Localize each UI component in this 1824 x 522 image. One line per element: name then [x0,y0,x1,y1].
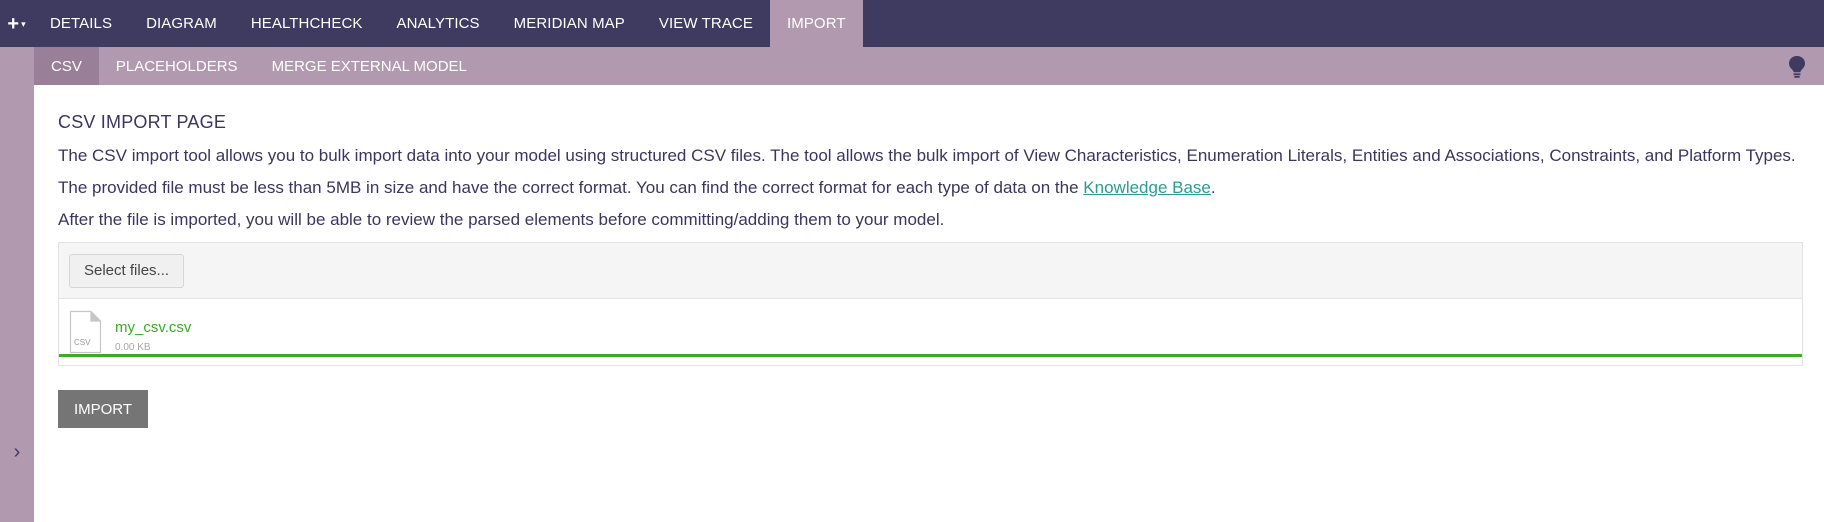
upload-toolbar: Select files... [59,243,1802,299]
tab-healthcheck[interactable]: HEALTHCHECK [234,0,380,47]
page-title: CSV IMPORT PAGE [58,112,227,132]
knowledge-base-link[interactable]: Knowledge Base [1083,178,1211,197]
upload-progress-bar [59,354,1802,357]
import-button[interactable]: IMPORT [58,390,148,428]
tab-meridian-map[interactable]: MERIDIAN MAP [497,0,642,47]
file-size: 0.00 KB [115,342,151,353]
tab-view-trace[interactable]: VIEW TRACE [642,0,770,47]
tab-details[interactable]: DETAILS [33,0,129,47]
subtab-merge-external-model[interactable]: MERGE EXTERNAL MODEL [255,47,484,85]
main-content: CSV IMPORT PAGE The CSV import tool allo… [58,85,1803,428]
uploaded-file-row: CSV my_csv.csv 0.00 KB [59,299,1802,365]
lightbulb-icon[interactable] [1787,55,1807,79]
format-text: The provided file must be less than 5MB … [58,178,1084,197]
intro-paragraph: The CSV import tool allows you to bulk i… [58,146,1796,165]
tab-import[interactable]: IMPORT [769,0,863,47]
format-text-end: . [1210,178,1216,197]
csv-file-icon: CSV [69,310,102,354]
sub-nav: CSV PLACEHOLDERS MERGE EXTERNAL MODEL [0,47,1824,85]
left-rail: › [0,85,34,522]
caret-down-icon: ▾ [21,19,26,29]
upload-progress-fill [59,354,1802,357]
file-type-label: CSV [74,338,91,347]
tab-diagram[interactable]: DIAGRAM [129,0,234,47]
review-paragraph: After the file is imported, you will be … [58,210,945,229]
subtab-placeholders[interactable]: PLACEHOLDERS [99,47,255,85]
top-nav: + ▾ DETAILS DIAGRAM HEALTHCHECK ANALYTIC… [0,0,1824,47]
file-name: my_csv.csv [115,319,192,336]
plus-icon: + [7,12,20,35]
tab-analytics[interactable]: ANALYTICS [380,0,497,47]
add-menu-button[interactable]: + ▾ [0,0,33,47]
chevron-right-icon[interactable]: › [8,440,26,464]
subnav-spacer [0,47,34,85]
file-upload: Select files... CSV my_csv.csv 0.00 KB [58,242,1803,366]
select-files-button[interactable]: Select files... [69,253,185,288]
subtab-csv[interactable]: CSV [34,47,99,85]
format-paragraph: The provided file must be less than 5MB … [58,176,1803,199]
